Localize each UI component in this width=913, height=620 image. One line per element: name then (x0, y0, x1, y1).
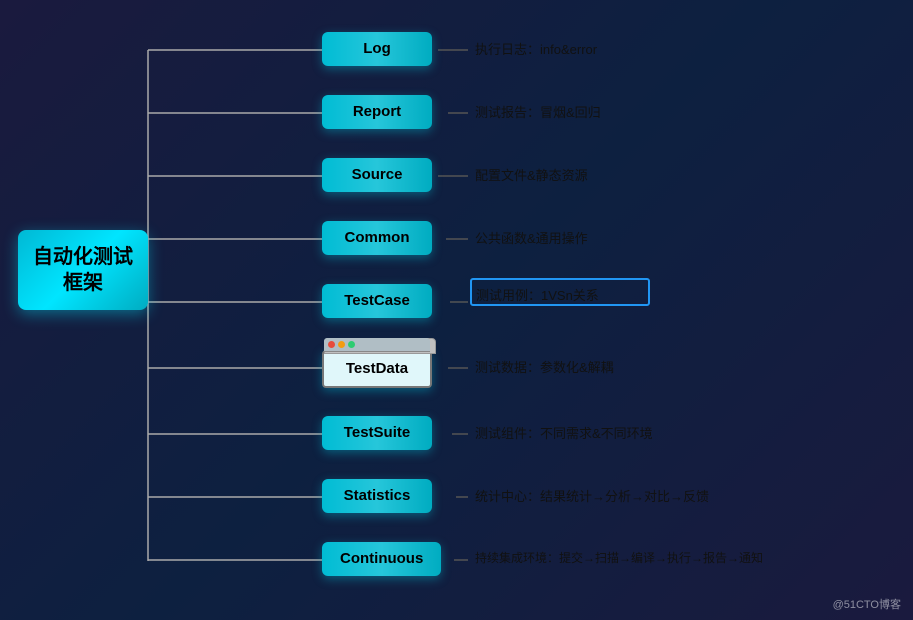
branch-node-report: Report (322, 95, 432, 129)
branch-node-testdata: TestData (322, 350, 432, 388)
desc-source: 配置文件&静态资源 (475, 165, 588, 184)
branch-node-statistics: Statistics (322, 479, 432, 513)
branch-node-log: Log (322, 32, 432, 66)
desc-statistics: 统计中心：结果统计→分析→对比→反馈 (475, 486, 709, 505)
branch-node-common: Common (322, 221, 432, 255)
desc-testcase: 测试用例：1VSn关系 (476, 285, 599, 304)
root-node: 自动化测试框架 (18, 230, 148, 310)
connector-lines (0, 0, 913, 620)
desc-log: 执行日志：info&error (475, 39, 597, 58)
desc-report: 测试报告：冒烟&回归 (475, 102, 601, 121)
branch-node-testsuite: TestSuite (322, 416, 432, 450)
branch-node-continuous: Continuous (322, 542, 441, 576)
desc-continuous: 持续集成环境：提交→扫描→编译→执行→报告→通知 (475, 549, 763, 566)
branch-node-source: Source (322, 158, 432, 192)
desc-testdata: 测试数据：参数化&解耦 (475, 357, 614, 376)
watermark: @51CTO博客 (833, 596, 901, 612)
desc-testsuite: 测试组件：不同需求&不同环境 (475, 423, 653, 442)
branch-node-testcase: TestCase (322, 284, 432, 318)
desc-common: 公共函数&通用操作 (475, 228, 588, 247)
diagram: 自动化测试框架 Log 执行日志：info&error Report 测试报告：… (0, 0, 913, 620)
